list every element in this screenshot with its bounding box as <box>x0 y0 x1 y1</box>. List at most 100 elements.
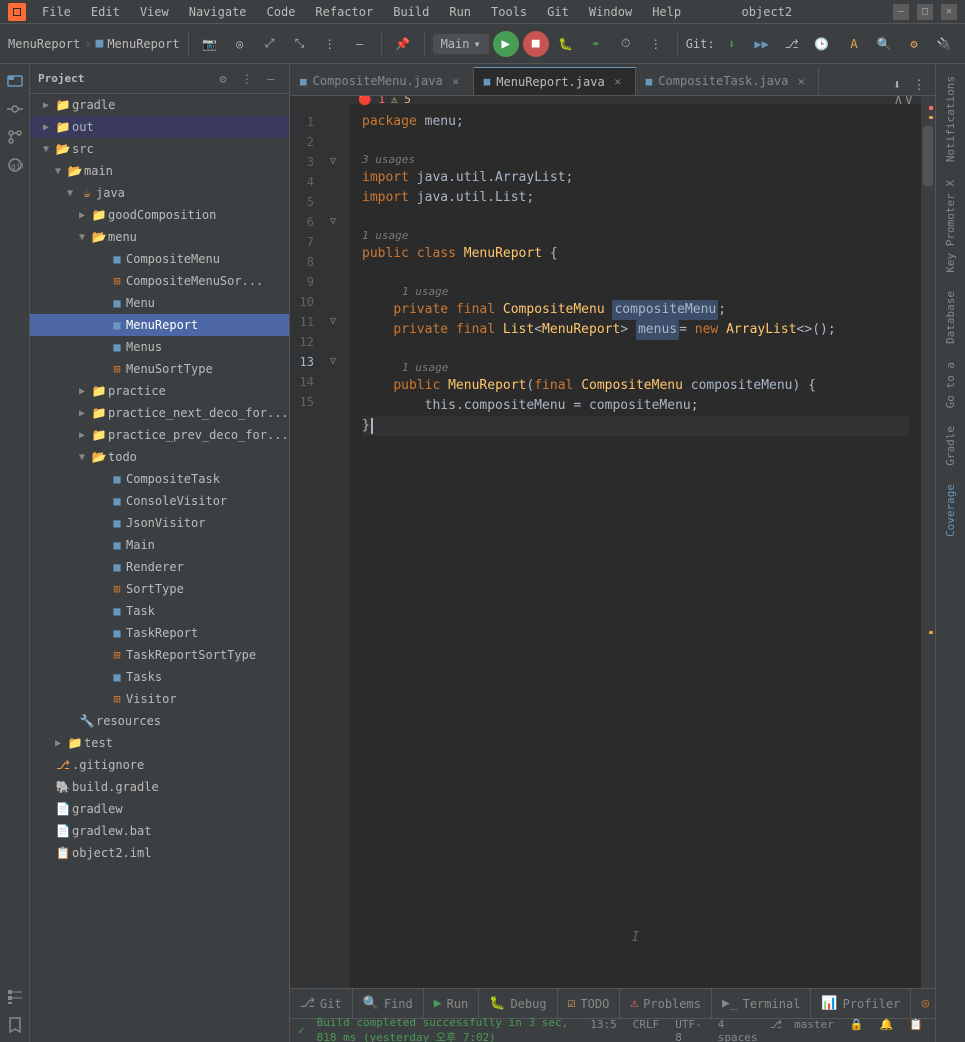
debug-button[interactable]: 🐛 <box>553 31 579 57</box>
editor-scrollbar[interactable] <box>921 96 935 988</box>
code-editor[interactable]: 🔴 1 ⚠ 5 ∧ ∨ package menu; <box>350 96 921 988</box>
tree-item-Main[interactable]: ■ Main <box>30 534 289 556</box>
right-panel-notifications[interactable]: Notifications <box>940 68 961 170</box>
tree-item-gradle[interactable]: ▶ 📁 gradle <box>30 94 289 116</box>
git-push-btn[interactable]: ▶▶ <box>749 31 775 57</box>
coverage-button[interactable]: ☂ <box>583 31 609 57</box>
tab-down-btn[interactable]: ⬇ <box>887 75 907 95</box>
pin-btn[interactable]: 📌 <box>390 31 416 57</box>
pull-requests-icon[interactable] <box>2 124 28 150</box>
line-separator[interactable]: CRLF <box>629 1018 664 1042</box>
tree-item-Renderer[interactable]: ■ Renderer <box>30 556 289 578</box>
profile-button[interactable]: ⏱ <box>613 31 639 57</box>
minimize-button[interactable]: — <box>893 4 909 20</box>
breadcrumb-current[interactable]: ■ MenuReport <box>95 36 179 51</box>
tree-item-practice[interactable]: ▶ 📁 practice <box>30 380 289 402</box>
fold-icon-13[interactable]: ▽ <box>330 352 336 372</box>
menu-git[interactable]: Git <box>543 3 573 21</box>
fold-icon-6[interactable]: ▽ <box>330 212 336 232</box>
cursor-position[interactable]: 13:5 <box>586 1018 621 1042</box>
tree-item-ConsoleVisitor[interactable]: ■ ConsoleVisitor <box>30 490 289 512</box>
tree-item-src[interactable]: ▼ 📂 src <box>30 138 289 160</box>
bottom-tab-todo[interactable]: ☑ TODO <box>558 989 621 1019</box>
camera-btn[interactable]: 📷 <box>197 31 223 57</box>
build-status-message[interactable]: Build completed successfully in 3 sec, 8… <box>313 1016 579 1042</box>
bottom-tab-profiler[interactable]: 📊 Profiler <box>811 989 911 1019</box>
right-panel-goto[interactable]: Go to a <box>940 354 961 416</box>
tree-item-MenuReport[interactable]: ■ MenuReport <box>30 314 289 336</box>
stop-button[interactable]: ■ <box>523 31 549 57</box>
project-icon[interactable] <box>2 68 28 94</box>
tree-item-main[interactable]: ▼ 📂 main <box>30 160 289 182</box>
tree-item-gradlewbat[interactable]: 📄 gradlew.bat <box>30 820 289 842</box>
menu-edit[interactable]: Edit <box>87 3 124 21</box>
settings-gear-btn[interactable]: ⚙ <box>901 31 927 57</box>
menu-help[interactable]: Help <box>648 3 685 21</box>
scrollbar-thumb[interactable] <box>923 126 933 186</box>
git-history-btn[interactable]: 🕒 <box>809 31 835 57</box>
tree-item-TaskReportSortType[interactable]: ⊞ TaskReportSortType <box>30 644 289 666</box>
maximize-button[interactable]: □ <box>917 4 933 20</box>
tree-item-Task[interactable]: ■ Task <box>30 600 289 622</box>
tree-item-TaskReport[interactable]: ■ TaskReport <box>30 622 289 644</box>
tree-item-practice-prev[interactable]: ▶ 📁 practice_prev_deco_for... <box>30 424 289 446</box>
menu-run[interactable]: Run <box>445 3 475 21</box>
git-sidebar-icon[interactable]: git <box>2 152 28 178</box>
tree-item-Tasks[interactable]: ■ Tasks <box>30 666 289 688</box>
panel-gear-icon[interactable]: ⚙ <box>213 69 233 89</box>
bottom-tab-sonarlint[interactable]: ◎ SonarLint <box>911 989 935 1019</box>
menu-navigate[interactable]: Navigate <box>185 3 251 21</box>
tree-item-CompositeMenuSor[interactable]: ⊞ CompositeMenuSor... <box>30 270 289 292</box>
menu-code[interactable]: Code <box>263 3 300 21</box>
plugin-btn[interactable]: 🔌 <box>931 31 957 57</box>
vcs-push-icon[interactable]: 🔒 <box>846 1018 868 1042</box>
menu-window[interactable]: Window <box>585 3 636 21</box>
event-log-icon[interactable]: 📋 <box>905 1018 927 1042</box>
tab-more-btn[interactable]: ⋮ <box>909 75 929 95</box>
tree-item-CompositeTask[interactable]: ■ CompositeTask <box>30 468 289 490</box>
bottom-tab-run[interactable]: ▶ Run <box>424 989 480 1019</box>
file-encoding[interactable]: UTF-8 <box>671 1018 706 1042</box>
right-panel-coverage[interactable]: Coverage <box>940 476 961 545</box>
tab-close-menu-report[interactable]: ✕ <box>611 75 625 89</box>
notifications-icon[interactable]: 🔔 <box>876 1018 898 1042</box>
right-panel-database[interactable]: Database <box>940 283 961 352</box>
tree-item-Menu[interactable]: ■ Menu <box>30 292 289 314</box>
tree-item-todo[interactable]: ▼ 📂 todo <box>30 446 289 468</box>
structure-icon[interactable] <box>2 984 28 1010</box>
tree-item-JsonVisitor[interactable]: ■ JsonVisitor <box>30 512 289 534</box>
settings-btn[interactable]: ⋮ <box>317 31 343 57</box>
branch-selector[interactable]: Main ▾ <box>433 34 489 54</box>
panel-close-icon[interactable]: — <box>261 69 281 89</box>
more-run-btn[interactable]: ⋮ <box>643 31 669 57</box>
git-update-btn[interactable]: ⬇ <box>719 31 745 57</box>
tree-item-out[interactable]: ▶ 📁 out <box>30 116 289 138</box>
translate-btn[interactable]: A <box>841 31 867 57</box>
tree-item-practice-next[interactable]: ▶ 📁 practice_next_deco_for... <box>30 402 289 424</box>
nav-up-icon[interactable]: ∧ <box>894 96 902 110</box>
tree-item-java[interactable]: ▼ ☕ java <box>30 182 289 204</box>
tree-item-CompositeMenu[interactable]: ■ CompositeMenu <box>30 248 289 270</box>
close-button[interactable]: ✕ <box>941 4 957 20</box>
menu-view[interactable]: View <box>136 3 173 21</box>
tree-item-menu[interactable]: ▼ 📂 menu <box>30 226 289 248</box>
bottom-tab-problems[interactable]: ⚠ Problems <box>620 989 712 1019</box>
tree-item-iml[interactable]: 📋 object2.iml <box>30 842 289 864</box>
nav-down-icon[interactable]: ∨ <box>905 96 913 110</box>
right-panel-gradle[interactable]: Gradle <box>940 418 961 474</box>
tree-item-test[interactable]: ▶ 📁 test <box>30 732 289 754</box>
indent-setting[interactable]: 4 spaces <box>714 1018 762 1042</box>
tree-item-gitignore[interactable]: ⎇ .gitignore <box>30 754 289 776</box>
tree-item-MenuSortType[interactable]: ⊞ MenuSortType <box>30 358 289 380</box>
close-panel-btn[interactable]: — <box>347 31 373 57</box>
breadcrumb-root[interactable]: MenuReport <box>8 37 80 51</box>
bookmarks-icon[interactable] <box>2 1012 28 1038</box>
menu-tools[interactable]: Tools <box>487 3 531 21</box>
tab-menu-report[interactable]: ■ MenuReport.java ✕ <box>474 67 636 95</box>
right-panel-key-promoter[interactable]: Key Promoter X <box>940 172 961 281</box>
commit-icon[interactable] <box>2 96 28 122</box>
fold-icon-11[interactable]: ▽ <box>330 312 336 332</box>
tree-item-buildgradle[interactable]: 🐘 build.gradle <box>30 776 289 798</box>
tree-item-SortType[interactable]: ⊞ SortType <box>30 578 289 600</box>
tab-close-composite-menu[interactable]: ✕ <box>449 74 463 88</box>
